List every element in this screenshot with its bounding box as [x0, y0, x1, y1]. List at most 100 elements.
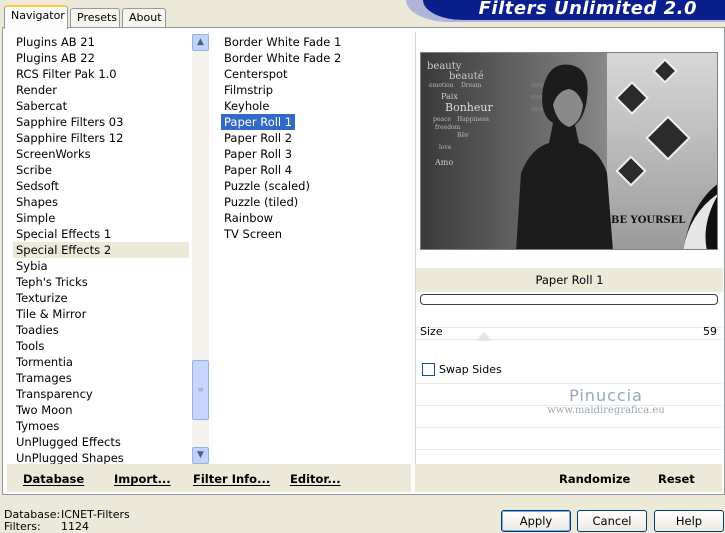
import-button[interactable]: Import... [114, 472, 171, 486]
filter-item[interactable]: Border White Fade 2 [221, 50, 401, 66]
navigator-footer: Database Import... Filter Info... Editor… [7, 464, 411, 492]
watermark-url: www.maidiregrafica.eu [547, 405, 665, 416]
status-filters-label: Filters: [4, 520, 41, 533]
category-item[interactable]: Sapphire Filters 12 [13, 130, 189, 146]
chevron-down-icon: ▼ [197, 450, 204, 460]
overlay-word: Amo [434, 158, 453, 167]
category-item[interactable]: Tymoes [13, 418, 189, 434]
filter-item[interactable]: Paper Roll 2 [221, 130, 401, 146]
help-button[interactable]: Help [654, 510, 724, 532]
filter-item-label: Centerspot [224, 67, 288, 81]
category-item[interactable]: Sapphire Filters 03 [13, 114, 189, 130]
filter-item[interactable]: Keyhole [221, 98, 401, 114]
apply-button[interactable]: Apply [501, 510, 571, 532]
scroll-thumb[interactable]: ≡ [192, 360, 209, 420]
filter-item[interactable]: Rainbow [221, 210, 401, 226]
overlay-word: Rêv [457, 132, 469, 139]
category-item[interactable]: Render [13, 82, 189, 98]
size-label: Size [420, 325, 443, 338]
category-item[interactable]: Sybia [13, 258, 189, 274]
filter-item-label: Puzzle (tiled) [224, 195, 299, 209]
status-filters: Filters: 1124 [4, 520, 89, 533]
category-item[interactable]: Simple [13, 210, 189, 226]
filter-item[interactable]: Paper Roll 4 [221, 162, 401, 178]
swap-sides-label: Swap Sides [439, 363, 502, 376]
database-button[interactable]: Database [23, 472, 84, 486]
app-banner: Filters Unlimited 2.0 [423, 0, 725, 20]
filter-item-label: Paper Roll 3 [224, 147, 293, 161]
tab-navigator[interactable]: Navigator [4, 5, 68, 29]
overlay-word: peace [433, 116, 451, 123]
reset-button[interactable]: Reset [658, 472, 695, 486]
category-item[interactable]: Plugins AB 22 [13, 50, 189, 66]
category-item[interactable]: Sabercat [13, 98, 189, 114]
category-item[interactable]: Shapes [13, 194, 189, 210]
filter-item[interactable]: Border White Fade 1 [221, 34, 401, 50]
category-item[interactable]: Toadies [13, 322, 189, 338]
tab-about[interactable]: About [122, 8, 166, 28]
filter-item[interactable]: Puzzle (tiled) [221, 194, 401, 210]
category-item[interactable]: ScreenWorks [13, 146, 189, 162]
overlay-word: love [439, 144, 452, 151]
filter-list[interactable]: Border White Fade 1 Border White Fade 2 Ce… [213, 32, 411, 464]
category-items: Plugins AB 21 Plugins AB 22 RCS Filter Pak… [13, 34, 189, 466]
preview-artwork: beauty beauté emotion Dream Paix Bonheur… [421, 53, 717, 249]
watermark-name: Pinuccia [569, 386, 643, 405]
filter-items: Border White Fade 1 Border White Fade 2 Ce… [221, 34, 401, 242]
editor-button[interactable]: Editor... [290, 472, 341, 486]
filter-item[interactable]: Centerspot [221, 66, 401, 82]
filter-item[interactable]: TV Screen [221, 226, 401, 242]
filter-item-label: Filmstrip [224, 83, 274, 97]
size-value: 59 [703, 325, 717, 338]
cancel-button[interactable]: Cancel [577, 510, 647, 532]
navigator-panel: Plugins AB 21 Plugins AB 22 RCS Filter Pak… [2, 27, 725, 495]
filter-item[interactable]: Filmstrip [221, 82, 401, 98]
tab-strip: Navigator Presets About [2, 4, 422, 29]
category-item[interactable]: Tramages [13, 370, 189, 386]
category-item[interactable]: UnPlugged Effects [13, 434, 189, 450]
size-slider-thumb[interactable] [476, 332, 492, 341]
filter-item-label: Puzzle (scaled) [224, 179, 310, 193]
category-item[interactable]: Tools [13, 338, 189, 354]
category-item[interactable]: Scribe [13, 162, 189, 178]
filter-item-label: Border White Fade 2 [224, 51, 342, 65]
randomize-button[interactable]: Randomize [559, 472, 630, 486]
category-item[interactable]: Plugins AB 21 [13, 34, 189, 50]
scroll-down-button[interactable]: ▼ [192, 447, 209, 464]
status-filters-value: 1124 [61, 520, 89, 533]
filter-item[interactable]: Puzzle (scaled) [221, 178, 401, 194]
filter-item-label: Keyhole [224, 99, 270, 113]
swap-sides-checkbox[interactable] [422, 363, 435, 376]
filter-item[interactable]: Paper Roll 3 [221, 146, 401, 162]
category-item[interactable]: Tormentia [13, 354, 189, 370]
category-item[interactable]: Transparency [13, 386, 189, 402]
param-row-blank [416, 432, 723, 450]
category-item[interactable]: Special Effects 2 [13, 242, 189, 258]
overlay-word: freedom [435, 124, 461, 131]
preview-caption: BE YOURSEL [611, 215, 685, 226]
filter-settings-panel: beauty beauté emotion Dream Paix Bonheur… [415, 32, 723, 492]
category-item[interactable]: Tile & Mirror [13, 306, 189, 322]
category-scrollbar[interactable]: ▲ ≡ ▼ [192, 34, 209, 464]
filter-item-label: Border White Fade 1 [224, 35, 342, 49]
category-item[interactable]: Teph's Tricks [13, 274, 189, 290]
category-item[interactable]: Special Effects 1 [13, 226, 189, 242]
watermark: Pinuccia www.maidiregrafica.eu [496, 386, 716, 416]
scroll-up-button[interactable]: ▲ [192, 34, 209, 51]
settings-footer: Randomize Reset [415, 464, 722, 492]
category-item[interactable]: Sedsoft [13, 178, 189, 194]
category-list[interactable]: Plugins AB 21 Plugins AB 22 RCS Filter Pak… [7, 32, 209, 466]
filter-item-label: TV Screen [224, 227, 283, 241]
size-slider[interactable]: Size 59 [416, 322, 723, 340]
filter-item[interactable]: Paper Roll 1 [221, 114, 401, 130]
overlay-word: beauté [449, 71, 484, 82]
tab-presets[interactable]: Presets [70, 8, 120, 28]
category-item[interactable]: Two Moon [13, 402, 189, 418]
filter-title: Paper Roll 1 [416, 268, 723, 292]
filter-item-label: Paper Roll 4 [224, 163, 293, 177]
filter-info-button[interactable]: Filter Info... [193, 472, 270, 486]
preview-image: beauty beauté emotion Dream Paix Bonheur… [420, 52, 718, 250]
filter-item-label: Paper Roll 1 [221, 114, 296, 130]
category-item[interactable]: RCS Filter Pak 1.0 [13, 66, 189, 82]
category-item[interactable]: Texturize [13, 290, 189, 306]
